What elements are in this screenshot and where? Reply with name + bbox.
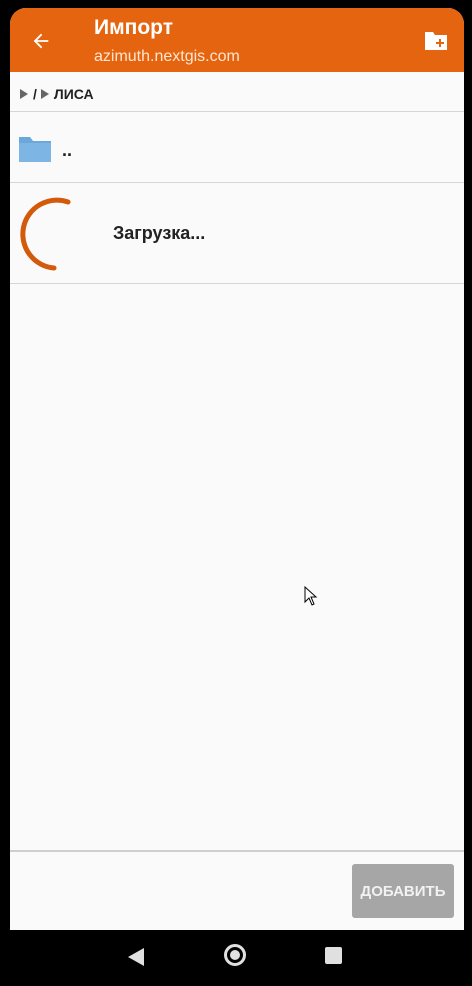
back-triangle-icon[interactable] xyxy=(126,946,146,968)
mouse-cursor-icon xyxy=(304,586,318,606)
recents-square-icon[interactable] xyxy=(325,947,342,964)
page-subtitle: azimuth.nextgis.com xyxy=(94,48,240,65)
chevron-right-icon xyxy=(40,89,49,99)
add-button[interactable]: ДОБАВИТЬ xyxy=(352,864,454,918)
page-title: Импорт xyxy=(94,16,173,39)
loading-label: Загрузка... xyxy=(113,223,206,243)
app-screen: Импорт azimuth.nextgis.com / ЛИСА .. Заг… xyxy=(10,8,464,930)
footer-divider xyxy=(10,850,464,852)
home-circle-icon[interactable] xyxy=(224,944,246,966)
parent-folder-label: .. xyxy=(62,140,73,160)
loading-spinner-icon xyxy=(20,197,71,271)
back-button[interactable] xyxy=(24,24,58,58)
list-item-loading: Загрузка... xyxy=(10,183,464,284)
system-nav-bar xyxy=(0,930,472,986)
divider xyxy=(10,283,464,284)
folder-icon xyxy=(19,137,51,162)
breadcrumb-current[interactable]: ЛИСА xyxy=(54,86,94,102)
new-folder-button[interactable] xyxy=(420,26,452,56)
arrow-left-icon xyxy=(33,33,49,49)
breadcrumb: / ЛИСА xyxy=(18,82,94,106)
list-item-parent-folder[interactable]: .. xyxy=(10,112,464,182)
breadcrumb-root[interactable]: / xyxy=(33,86,37,102)
app-bar: Импорт azimuth.nextgis.com xyxy=(10,8,464,72)
chevron-right-icon xyxy=(20,89,28,99)
folder-plus-icon xyxy=(425,32,447,50)
